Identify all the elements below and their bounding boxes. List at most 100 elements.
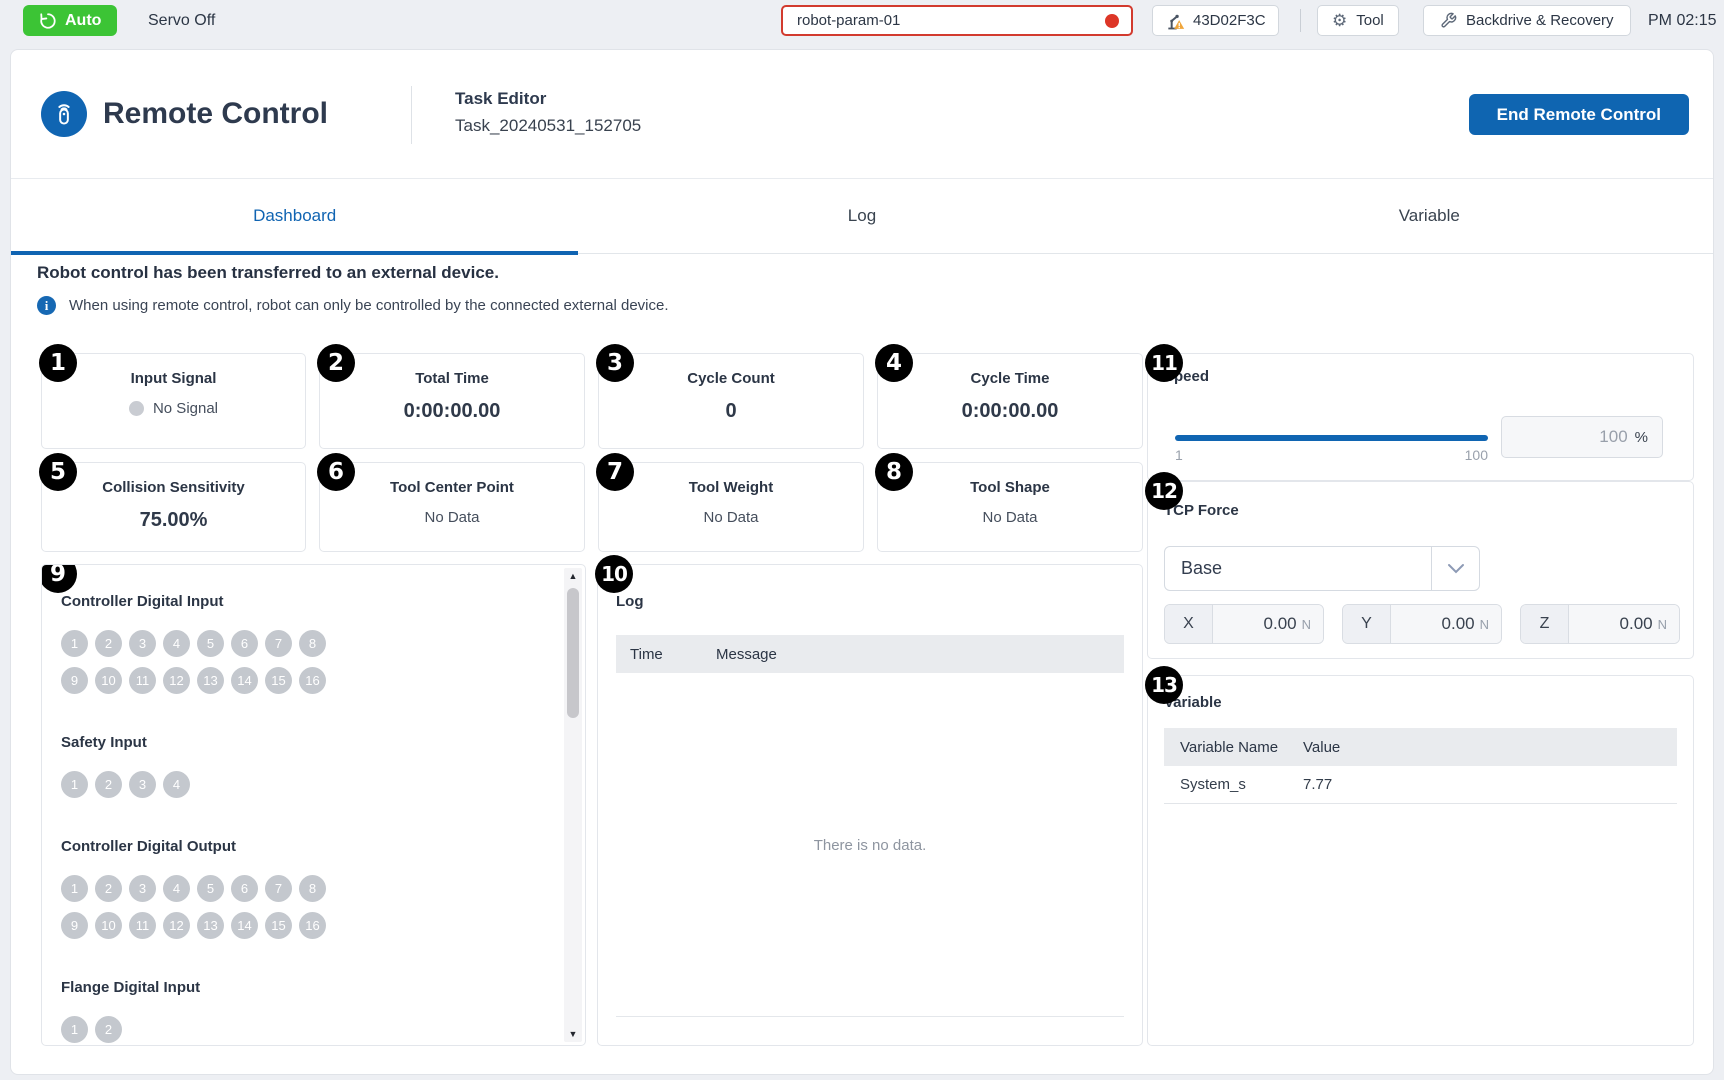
tcp-axis-field: X0.00N: [1164, 604, 1324, 644]
io-indicator: 11: [129, 667, 156, 694]
card-value: No Data: [878, 509, 1142, 526]
robot-param-input[interactable]: robot-param-01: [781, 5, 1133, 36]
annotation-badge: 10: [595, 555, 633, 593]
io-status-panel: 9 Controller Digital Input12345678910111…: [41, 564, 586, 1046]
io-indicator: 4: [163, 875, 190, 902]
remote-control-panel: Remote Control Task Editor Task_20240531…: [10, 49, 1714, 1075]
card-total-time: 2 Total Time 0:00:00.00: [319, 353, 585, 449]
io-section-title: Controller Digital Input: [61, 593, 539, 611]
log-bottom-divider: [616, 1016, 1124, 1017]
card-value: 0: [599, 400, 863, 423]
speed-slider[interactable]: [1175, 435, 1488, 441]
io-indicator: 11: [129, 912, 156, 939]
io-indicator: 5: [197, 630, 224, 657]
info-icon: i: [37, 296, 56, 315]
tool-button-label: Tool: [1356, 12, 1384, 29]
mode-badge[interactable]: Auto: [23, 5, 117, 36]
axis-label: X: [1165, 605, 1213, 643]
io-indicator: 1: [61, 771, 88, 798]
annotation-badge: 8: [875, 453, 913, 491]
card-value: 75.00%: [42, 509, 305, 532]
header-divider: [411, 86, 412, 144]
column-time: Time: [616, 646, 716, 663]
io-indicator: 1: [61, 875, 88, 902]
frame-select-dropdown[interactable]: Base: [1164, 546, 1480, 591]
auto-mode-icon: [39, 12, 57, 30]
chevron-down-icon: [1431, 547, 1479, 590]
tcp-force-panel: 12 TCP Force Base X0.00NY0.00NZ0.00N: [1147, 481, 1694, 659]
tool-button[interactable]: ⚙ Tool: [1317, 5, 1399, 36]
scrollbar-thumb[interactable]: [567, 588, 579, 718]
servo-status: Servo Off: [148, 0, 215, 41]
card-collision-sensitivity: 5 Collision Sensitivity 75.00%: [41, 462, 306, 552]
tab-log[interactable]: Log: [578, 179, 1145, 253]
card-tool-weight: 7 Tool Weight No Data: [598, 462, 864, 552]
card-title: Tool Weight: [599, 479, 863, 496]
io-section-title: Flange Digital Input: [61, 979, 539, 997]
tab-dashboard[interactable]: Dashboard: [11, 179, 578, 253]
io-indicator: 9: [61, 912, 88, 939]
card-input-signal: 1 Input Signal No Signal: [41, 353, 306, 449]
card-value: No Data: [599, 509, 863, 526]
io-indicator: 14: [231, 912, 258, 939]
io-indicator: 2: [95, 630, 122, 657]
remote-control-icon: [41, 91, 87, 137]
backdrive-recovery-button[interactable]: Backdrive & Recovery: [1423, 5, 1631, 36]
io-indicator: 6: [231, 630, 258, 657]
speed-value-field[interactable]: 100 %: [1501, 416, 1663, 458]
annotation-badge: 13: [1145, 666, 1183, 704]
task-context-label: Task Editor: [455, 89, 641, 109]
log-title: Log: [616, 593, 644, 610]
annotation-badge: 5: [39, 453, 77, 491]
card-title: Total Time: [320, 370, 584, 387]
panel-header: Remote Control Task Editor Task_20240531…: [11, 50, 1713, 179]
tab-variable[interactable]: Variable: [1146, 179, 1713, 253]
topbar-divider: [1300, 9, 1301, 32]
scroll-down-icon[interactable]: ▼: [564, 1026, 582, 1042]
notice-info-text: When using remote control, robot can onl…: [69, 297, 669, 314]
io-section-title: Controller Digital Output: [61, 838, 539, 856]
speed-unit: %: [1635, 429, 1648, 446]
io-indicator: 12: [163, 912, 190, 939]
card-title: Tool Center Point: [320, 479, 584, 496]
io-indicator: 5: [197, 875, 224, 902]
io-indicator: 3: [129, 771, 156, 798]
task-info: Task Editor Task_20240531_152705: [455, 89, 641, 136]
io-indicator: 7: [265, 875, 292, 902]
end-remote-control-button[interactable]: End Remote Control: [1469, 94, 1689, 135]
gear-icon: ⚙: [1332, 12, 1347, 29]
clock: PM 02:15: [1648, 0, 1716, 41]
axis-value: 0.00N: [1569, 605, 1679, 643]
robot-device-badge[interactable]: 43D02F3C: [1152, 5, 1279, 36]
io-indicator: 7: [265, 630, 292, 657]
task-name: Task_20240531_152705: [455, 116, 641, 136]
io-indicator: 16: [299, 912, 326, 939]
io-indicator: 14: [231, 667, 258, 694]
io-indicator: 6: [231, 875, 258, 902]
column-variable-name: Variable Name: [1164, 739, 1303, 756]
annotation-badge: 1: [39, 344, 77, 382]
speed-value: 100: [1599, 427, 1627, 447]
top-status-bar: Auto Servo Off robot-param-01 43D02F3C ⚙…: [0, 0, 1724, 41]
scrollbar-track[interactable]: [564, 584, 582, 1026]
card-value: 0:00:00.00: [320, 400, 584, 423]
io-indicator: 2: [95, 771, 122, 798]
log-panel: 10 Log Time Message There is no data.: [597, 564, 1143, 1046]
card-value: 0:00:00.00: [878, 400, 1142, 423]
frame-selected-value: Base: [1165, 547, 1431, 590]
wrench-icon: [1440, 12, 1457, 29]
card-title: Collision Sensitivity: [42, 479, 305, 496]
io-indicator-row: 910111213141516: [61, 912, 539, 939]
io-indicator: 8: [299, 875, 326, 902]
card-value: No Data: [320, 509, 584, 526]
io-indicator: 15: [265, 667, 292, 694]
card-cycle-count: 3 Cycle Count 0: [598, 353, 864, 449]
io-indicator: 1: [61, 1016, 88, 1043]
speed-max-label: 100: [1448, 447, 1488, 463]
scroll-up-icon[interactable]: ▲: [564, 568, 582, 584]
annotation-badge: 6: [317, 453, 355, 491]
io-sections: Controller Digital Input1234567891011121…: [61, 593, 539, 1043]
record-dot-icon: [1105, 14, 1119, 28]
io-scrollbar[interactable]: ▲ ▼: [564, 568, 582, 1042]
variable-row: System_s7.77: [1164, 766, 1677, 804]
